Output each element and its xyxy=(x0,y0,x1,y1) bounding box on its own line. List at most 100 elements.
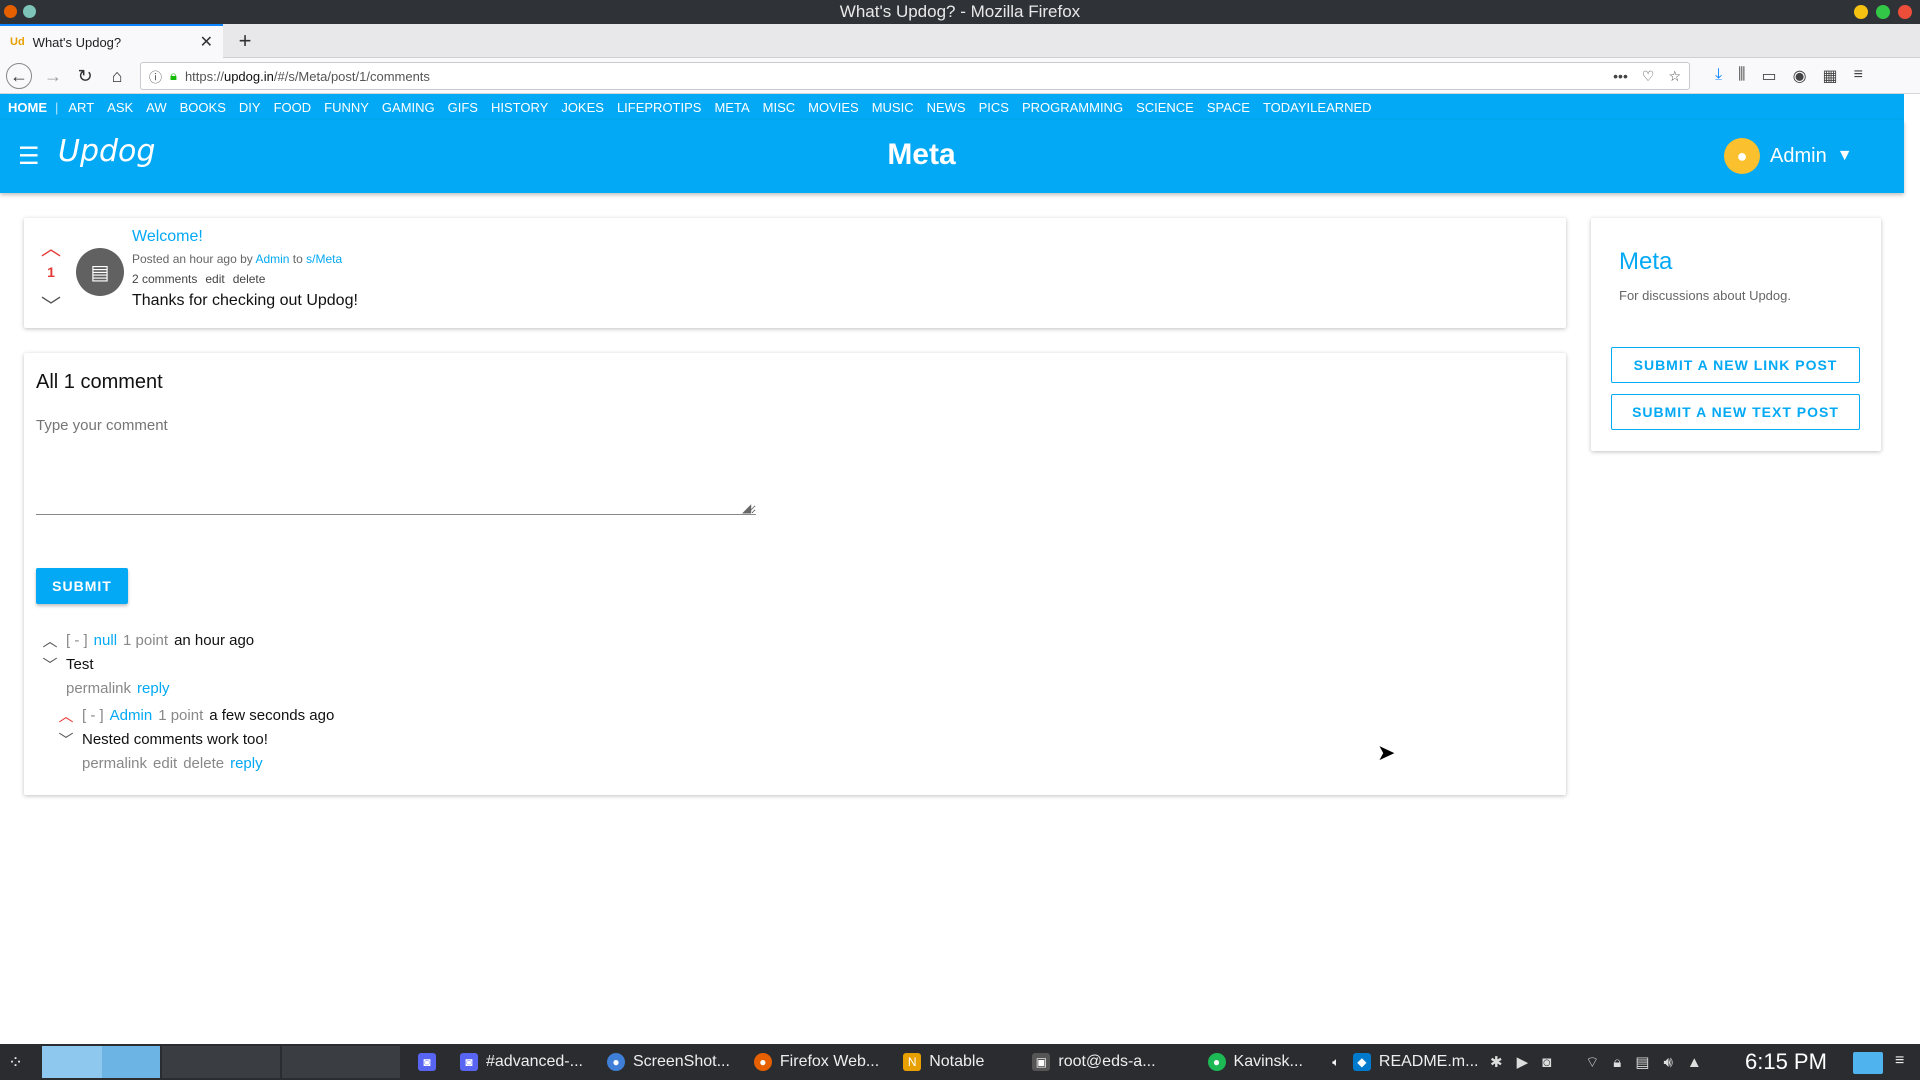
reload-button[interactable]: ↻ xyxy=(72,63,98,89)
browser-tab[interactable]: Ud What's Updog? ✕ xyxy=(0,24,223,58)
post-author-link[interactable]: Admin xyxy=(255,252,289,266)
lock-icon[interactable]: 🔒︎ xyxy=(170,68,177,84)
subnav-item-lifeprotips[interactable]: LIFEPROTIPS xyxy=(617,100,702,115)
comment-delete-link[interactable]: delete xyxy=(183,755,224,772)
taskbar-clock[interactable]: 6:15 PM xyxy=(1745,1049,1827,1075)
comment-textarea[interactable] xyxy=(36,417,756,515)
user-menu[interactable]: ● Admin ▼ xyxy=(1724,138,1853,174)
task-vscode[interactable]: 🔈︎ ◆ README.m... xyxy=(1327,1053,1478,1071)
extension-icon[interactable]: ▦ xyxy=(1823,66,1838,86)
task-discord-small[interactable]: ◙ xyxy=(418,1053,436,1071)
downloads-icon[interactable]: ⤓ xyxy=(1715,66,1722,86)
subnav-item-news[interactable]: NEWS xyxy=(927,100,966,115)
subnav-item-books[interactable]: BOOKS xyxy=(180,100,226,115)
caret-down-icon[interactable]: ▼ xyxy=(1837,147,1853,165)
subnav-item-meta[interactable]: META xyxy=(714,100,749,115)
new-tab-button[interactable]: + xyxy=(232,28,258,54)
subnav-item-ask[interactable]: ASK xyxy=(107,100,133,115)
downvote-icon[interactable]: ﹀ xyxy=(40,290,62,319)
subnav-item-history[interactable]: HISTORY xyxy=(491,100,548,115)
task-spotify[interactable]: ● Kavinsk... xyxy=(1207,1053,1303,1071)
tray-expand-icon[interactable]: ▲ xyxy=(1687,1054,1702,1071)
clipboard-icon[interactable]: ▤ xyxy=(1635,1053,1649,1071)
media-icon[interactable]: ▶ xyxy=(1517,1053,1529,1071)
subnav-item-space[interactable]: SPACE xyxy=(1207,100,1250,115)
forward-button[interactable]: → xyxy=(40,63,66,89)
task-firefox[interactable]: ● Firefox Web... xyxy=(753,1053,879,1071)
post-edit-link[interactable]: edit xyxy=(205,272,224,286)
bluetooth-icon[interactable]: ✱ xyxy=(1490,1053,1503,1071)
hamburger-menu-icon[interactable]: ≡ xyxy=(1854,66,1863,86)
comment-reply-link[interactable]: reply xyxy=(137,680,170,697)
info-icon[interactable]: ⓘ xyxy=(149,67,162,86)
comment-downvote-icon[interactable]: ﹀ xyxy=(40,654,60,675)
task-terminal[interactable]: ▣ root@eds-a... xyxy=(1032,1053,1156,1071)
subnav-item-diy[interactable]: DIY xyxy=(239,100,261,115)
lock-icon[interactable]: 🔒︎ xyxy=(1613,1054,1621,1071)
folder-icon[interactable] xyxy=(1853,1052,1883,1074)
subnav-item-aw[interactable]: AW xyxy=(146,100,166,115)
post-sub-link[interactable]: s/Meta xyxy=(306,252,342,266)
virtual-desktop-2[interactable] xyxy=(102,1046,160,1078)
page-actions-icon[interactable]: ••• xyxy=(1613,68,1628,85)
minimize-button[interactable] xyxy=(1854,5,1868,19)
maximize-button[interactable] xyxy=(1876,5,1890,19)
app-launcher-icon[interactable]: ⁘ xyxy=(8,1052,23,1073)
subnav-item-music[interactable]: MUSIC xyxy=(872,100,914,115)
comment-downvote-icon[interactable]: ﹀ xyxy=(56,729,76,750)
back-button[interactable]: ← xyxy=(6,63,32,89)
subnav-item-science[interactable]: SCIENCE xyxy=(1136,100,1194,115)
comments-link[interactable]: 2 comments xyxy=(132,272,197,286)
subnav-item-food[interactable]: FOOD xyxy=(274,100,312,115)
virtual-desktop-3[interactable] xyxy=(162,1046,280,1078)
comment-reply-link[interactable]: reply xyxy=(230,755,263,772)
subnav-item-programming[interactable]: PROGRAMMING xyxy=(1022,100,1123,115)
subnav-item-pics[interactable]: PICS xyxy=(979,100,1009,115)
close-tab-icon[interactable]: ✕ xyxy=(200,32,213,52)
close-window-button[interactable] xyxy=(1898,5,1912,19)
volume-icon[interactable]: 🔊︎ xyxy=(1663,1054,1672,1071)
submit-link-post-button[interactable]: SUBMIT A NEW LINK POST xyxy=(1611,347,1860,383)
comment-upvote-icon[interactable]: ︿ xyxy=(40,630,60,651)
url-text[interactable]: https://updog.in/#/s/Meta/post/1/comment… xyxy=(185,69,1605,84)
wifi-icon[interactable]: ⌔ xyxy=(1585,1053,1599,1072)
comment-author-link[interactable]: null xyxy=(94,632,117,649)
upvote-icon[interactable]: ︿ xyxy=(40,232,62,261)
taskbar-menu-icon[interactable]: ≡ xyxy=(1895,1052,1904,1070)
comment-collapse-toggle[interactable]: [ - ] xyxy=(82,707,104,724)
comment-author-link[interactable]: Admin xyxy=(110,707,153,724)
subnav-item-misc[interactable]: MISC xyxy=(763,100,796,115)
window-pin-icon[interactable] xyxy=(23,5,36,18)
subnav-home[interactable]: HOME xyxy=(8,100,47,115)
submit-comment-button[interactable]: SUBMIT xyxy=(36,568,128,604)
task-notable[interactable]: N Notable xyxy=(903,1053,984,1071)
comment-collapse-toggle[interactable]: [ - ] xyxy=(66,632,88,649)
subnav-item-art[interactable]: ART xyxy=(68,100,94,115)
task-screenshot[interactable]: ● ScreenShot... xyxy=(606,1053,730,1071)
pocket-icon[interactable]: ♡ xyxy=(1642,68,1655,85)
subnav-item-funny[interactable]: FUNNY xyxy=(324,100,369,115)
virtual-desktop-1[interactable] xyxy=(42,1046,102,1078)
library-icon[interactable]: ⫼ xyxy=(1738,66,1745,86)
comment-permalink[interactable]: permalink xyxy=(82,755,147,772)
comment-upvote-icon[interactable]: ︿ xyxy=(56,705,76,726)
home-button[interactable]: ⌂ xyxy=(104,63,130,89)
subnav-item-movies[interactable]: MOVIES xyxy=(808,100,859,115)
subnav-item-gifs[interactable]: GIFS xyxy=(448,100,478,115)
post-delete-link[interactable]: delete xyxy=(233,272,266,286)
resize-handle-icon[interactable]: ◢ xyxy=(742,501,751,515)
submit-text-post-button[interactable]: SUBMIT A NEW TEXT POST xyxy=(1611,394,1860,430)
comment-edit-link[interactable]: edit xyxy=(153,755,177,772)
subnav-item-jokes[interactable]: JOKES xyxy=(561,100,604,115)
subnav-item-gaming[interactable]: GAMING xyxy=(382,100,435,115)
subnav-item-todayilearned[interactable]: TODAYILEARNED xyxy=(1263,100,1372,115)
comment-permalink[interactable]: permalink xyxy=(66,680,131,697)
virtual-desktop-4[interactable] xyxy=(282,1046,400,1078)
discord-tray-icon[interactable]: ◙ xyxy=(1542,1054,1551,1071)
post-title[interactable]: Welcome! xyxy=(132,228,358,246)
sidebar-toggle-icon[interactable]: ▭ xyxy=(1761,66,1776,86)
task-discord[interactable]: ◙ #advanced-... xyxy=(460,1053,583,1071)
avatar[interactable]: ● xyxy=(1724,138,1760,174)
user-name[interactable]: Admin xyxy=(1770,145,1827,168)
url-bar[interactable]: ⓘ 🔒︎ https://updog.in/#/s/Meta/post/1/co… xyxy=(140,62,1690,90)
